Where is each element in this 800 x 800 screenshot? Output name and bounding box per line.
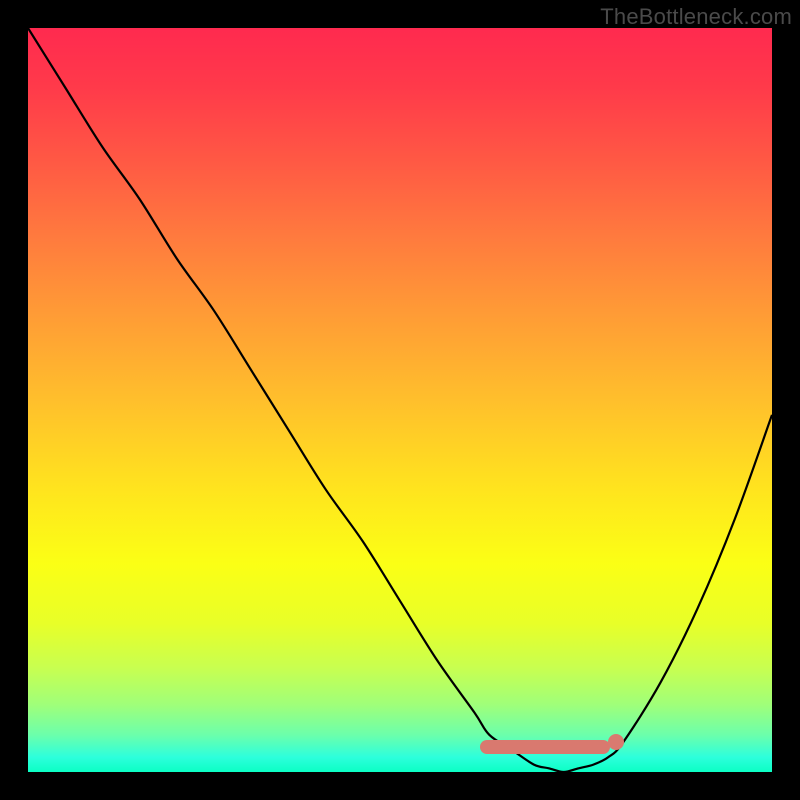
bottleneck-curve (28, 28, 772, 772)
curve-path (28, 28, 772, 772)
optimal-range-highlight (480, 740, 610, 754)
optimal-point-dot (608, 734, 624, 750)
watermark-text: TheBottleneck.com (600, 4, 792, 30)
plot-area (28, 28, 772, 772)
